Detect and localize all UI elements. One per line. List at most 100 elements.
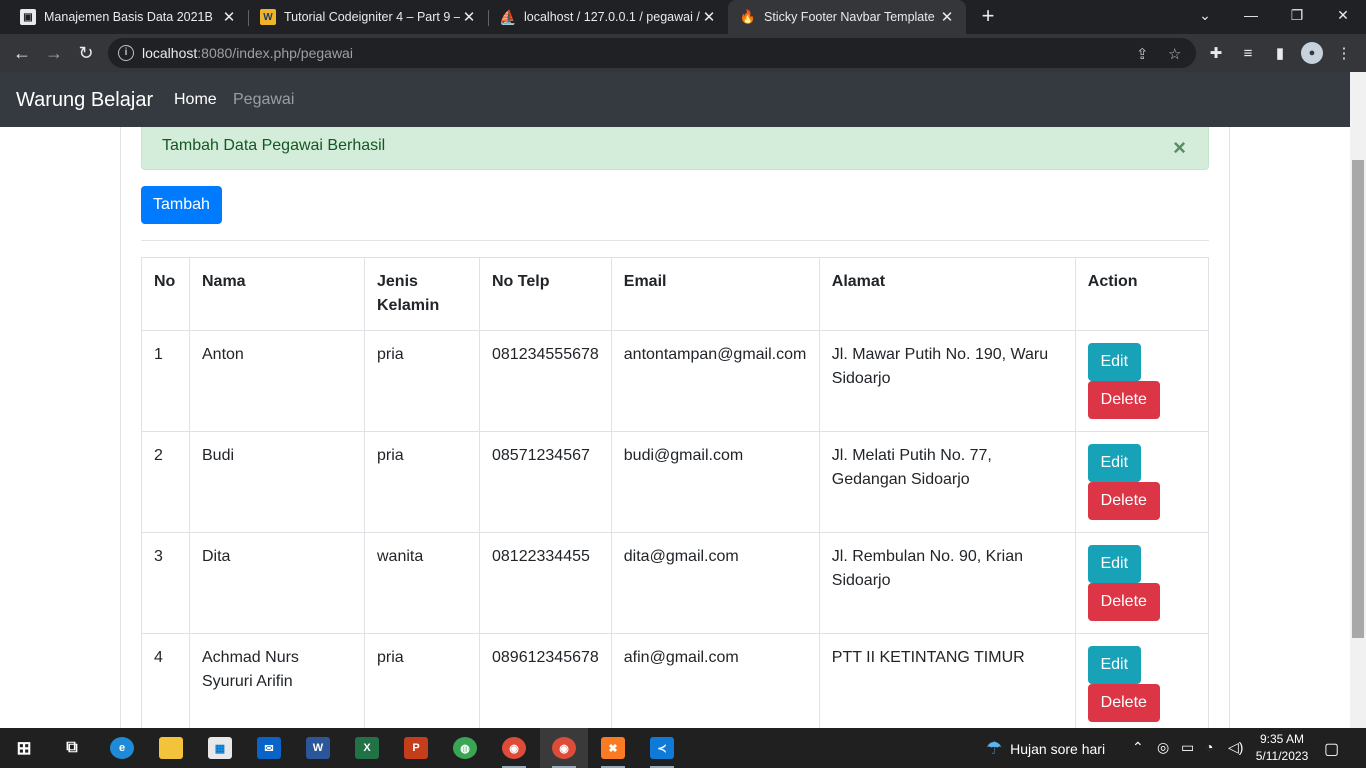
cell-nama: Dita: [189, 532, 365, 634]
cell-no: 1: [141, 330, 190, 432]
close-tab-icon[interactable]: ✕: [700, 8, 718, 26]
taskbar-powerpoint[interactable]: P: [392, 728, 440, 768]
folder-icon: [159, 737, 183, 759]
browser-toolbar: ← → ↻ i localhost:8080/index.php/pegawai…: [0, 34, 1366, 72]
media-control-icon[interactable]: ≡: [1238, 43, 1258, 63]
taskbar-chrome[interactable]: ◉: [490, 728, 538, 768]
taskbar-xampp[interactable]: ✖: [589, 728, 637, 768]
extensions-icon[interactable]: ✚: [1206, 43, 1226, 63]
delete-button[interactable]: Delete: [1087, 684, 1160, 722]
share-icon[interactable]: ⇪: [1136, 45, 1149, 63]
taskbar-store[interactable]: ▦: [196, 728, 244, 768]
web-icon: W: [260, 9, 276, 25]
taskbar-app[interactable]: ◍: [441, 728, 489, 768]
taskbar-chrome-active[interactable]: ◉: [540, 728, 588, 768]
add-employee-button[interactable]: Tambah: [141, 186, 222, 224]
edit-button[interactable]: Edit: [1087, 545, 1141, 583]
battery-icon[interactable]: ▭: [1181, 739, 1194, 756]
nav-link-pegawai[interactable]: Pegawai: [233, 91, 294, 109]
cell-email: budi@gmail.com: [610, 431, 820, 533]
browser-tab[interactable]: ▣ Manajemen Basis Data 2021B ✕: [8, 0, 248, 34]
show-hidden-icons-icon[interactable]: ⌃: [1132, 739, 1144, 756]
vscode-icon: ≺: [650, 737, 674, 759]
start-button[interactable]: ⊞: [0, 728, 48, 768]
weather-widget[interactable]: ☂ Hujan sore hari: [986, 738, 1105, 759]
table-row: 4 Achmad Nurs Syururi Arifin pria 089612…: [141, 633, 1210, 728]
close-tab-icon[interactable]: ✕: [938, 8, 956, 26]
taskbar-clock[interactable]: 9:35 AM 5/11/2023: [1250, 731, 1314, 765]
cell-nama: Budi: [189, 431, 365, 533]
cell-no-telp: 081234555678: [479, 330, 612, 432]
column-header: No Telp: [479, 257, 612, 331]
cell-nama: Anton: [189, 330, 365, 432]
minimize-icon[interactable]: —: [1228, 0, 1274, 30]
task-view-button[interactable]: ⧉: [48, 728, 96, 768]
delete-button[interactable]: Delete: [1087, 482, 1160, 520]
edit-button[interactable]: Edit: [1087, 444, 1141, 482]
close-tab-icon[interactable]: ✕: [220, 8, 238, 26]
edit-button[interactable]: Edit: [1087, 646, 1141, 684]
forward-icon[interactable]: →: [42, 41, 66, 65]
chrome-menu-icon[interactable]: ⋮: [1334, 43, 1354, 63]
site-info-icon[interactable]: i: [118, 45, 134, 61]
side-panel-icon[interactable]: ▮: [1270, 43, 1290, 63]
taskbar-vscode[interactable]: ≺: [638, 728, 686, 768]
taskbar-mail[interactable]: ✉: [245, 728, 293, 768]
mail-icon: ✉: [257, 737, 281, 759]
wifi-icon[interactable]: ◔: [1205, 739, 1213, 755]
navbar-brand[interactable]: Warung Belajar: [16, 89, 153, 112]
cell-no: 4: [141, 633, 190, 728]
cell-action: Edit Delete: [1074, 330, 1210, 432]
new-tab-icon[interactable]: +: [976, 5, 1000, 29]
store-icon: ▦: [208, 737, 232, 759]
tab-title: Sticky Footer Navbar Template ·: [764, 10, 938, 24]
taskbar-file-explorer[interactable]: [147, 728, 195, 768]
close-window-icon[interactable]: ✕: [1320, 0, 1366, 30]
browser-tab[interactable]: W Tutorial Codeigniter 4 – Part 9 – ✕: [248, 0, 488, 34]
nav-link-home[interactable]: Home: [174, 91, 217, 109]
cell-alamat: Jl. Melati Putih No. 77, Gedangan Sidoar…: [818, 431, 1076, 533]
browser-tab[interactable]: ⛵ localhost / 127.0.0.1 / pegawai / ✕: [488, 0, 728, 34]
alert-close-icon[interactable]: ×: [1173, 135, 1186, 161]
column-header: Email: [610, 257, 820, 331]
cell-alamat: PTT II KETINTANG TIMUR: [818, 633, 1076, 728]
cell-no: 3: [141, 532, 190, 634]
globe-app-icon: ◍: [453, 737, 477, 759]
cell-jenis-kelamin: pria: [364, 633, 480, 728]
tab-search-icon[interactable]: ⌄: [1182, 0, 1228, 30]
rain-umbrella-icon: ☂: [986, 738, 1003, 758]
table-row: 1 Anton pria 081234555678 antontampan@gm…: [141, 330, 1210, 432]
edge-icon: e: [110, 737, 134, 759]
back-icon[interactable]: ←: [10, 41, 34, 65]
bookmark-star-icon[interactable]: ☆: [1168, 45, 1181, 63]
classroom-icon: ▣: [20, 9, 36, 25]
excel-icon: X: [355, 737, 379, 759]
taskbar-word[interactable]: W: [294, 728, 342, 768]
taskbar-edge[interactable]: e: [98, 728, 146, 768]
delete-button[interactable]: Delete: [1087, 583, 1160, 621]
column-header: Alamat: [818, 257, 1076, 331]
navbar: Warung Belajar Home Pegawai: [0, 72, 1350, 127]
taskbar-excel[interactable]: X: [343, 728, 391, 768]
meet-now-icon[interactable]: ◎: [1157, 739, 1169, 756]
url-text: localhost:8080/index.php/pegawai: [142, 45, 353, 61]
windows-logo-icon: ⊞: [16, 737, 32, 758]
profile-avatar[interactable]: ●: [1301, 42, 1323, 64]
phpmyadmin-icon: ⛵: [499, 8, 517, 25]
restore-icon[interactable]: ❐: [1274, 0, 1320, 30]
edit-button[interactable]: Edit: [1087, 343, 1141, 381]
cell-jenis-kelamin: wanita: [364, 532, 480, 634]
browser-tab-active[interactable]: 🔥 Sticky Footer Navbar Template · ✕: [728, 0, 966, 34]
volume-icon[interactable]: ◁): [1228, 739, 1243, 756]
alert-message: Tambah Data Pegawai Berhasil: [162, 137, 386, 154]
close-tab-icon[interactable]: ✕: [460, 8, 478, 26]
cell-alamat: Jl. Rembulan No. 90, Krian Sidoarjo: [818, 532, 1076, 634]
cell-action: Edit Delete: [1074, 431, 1210, 533]
column-header: Jenis Kelamin: [364, 257, 480, 331]
cell-email: dita@gmail.com: [610, 532, 820, 634]
scrollbar-thumb[interactable]: [1352, 160, 1364, 638]
delete-button[interactable]: Delete: [1087, 381, 1160, 419]
notification-icon[interactable]: ▢: [1324, 739, 1339, 759]
reload-icon[interactable]: ↻: [74, 41, 98, 65]
address-bar[interactable]: i localhost:8080/index.php/pegawai ⇪ ☆: [108, 38, 1196, 68]
